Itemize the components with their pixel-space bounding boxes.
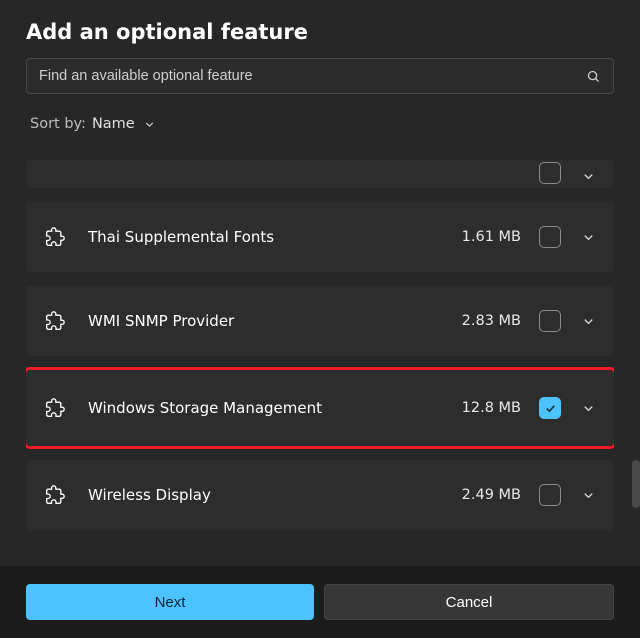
cancel-button[interactable]: Cancel: [324, 584, 614, 620]
chevron-down-icon: [143, 118, 156, 131]
extension-icon: [44, 397, 66, 419]
chevron-down-icon[interactable]: [581, 169, 596, 184]
extension-icon: [44, 484, 66, 506]
sort-by-dropdown[interactable]: Sort by: Name: [0, 94, 640, 132]
extension-icon: [44, 310, 66, 332]
feature-checkbox[interactable]: [539, 310, 561, 332]
extension-icon: [44, 162, 66, 184]
dialog-footer: Next Cancel: [0, 566, 640, 638]
feature-size: 12.8 MB: [462, 400, 521, 416]
sort-value: Name: [92, 116, 135, 132]
feature-row[interactable]: WMI SNMP Provider 2.83 MB: [26, 286, 614, 356]
chevron-down-icon[interactable]: [581, 314, 596, 329]
scrollbar-thumb[interactable]: [632, 460, 640, 508]
feature-row[interactable]: Thai Supplemental Fonts 1.61 MB: [26, 202, 614, 272]
feature-name: Windows Storage Management: [88, 399, 462, 417]
chevron-down-icon[interactable]: [581, 230, 596, 245]
feature-list: Thai Supplemental Fonts 1.61 MB WMI SNMP…: [26, 160, 614, 546]
feature-size: 2.83 MB: [462, 313, 521, 329]
feature-checkbox[interactable]: [539, 484, 561, 506]
feature-checkbox[interactable]: [539, 397, 561, 419]
feature-name: Wireless Display: [88, 486, 462, 504]
feature-checkbox[interactable]: [539, 162, 561, 184]
feature-checkbox[interactable]: [539, 226, 561, 248]
feature-row-partial[interactable]: [26, 160, 614, 188]
search-input[interactable]: [39, 68, 586, 84]
search-box[interactable]: [26, 58, 614, 94]
dialog-title: Add an optional feature: [0, 0, 640, 50]
chevron-down-icon[interactable]: [581, 488, 596, 503]
chevron-down-icon[interactable]: [581, 401, 596, 416]
feature-row[interactable]: Wireless Display 2.49 MB: [26, 460, 614, 530]
feature-size: 2.49 MB: [462, 487, 521, 503]
feature-name: WMI SNMP Provider: [88, 312, 462, 330]
extension-icon: [44, 226, 66, 248]
feature-row[interactable]: Windows Storage Management 12.8 MB: [26, 370, 614, 446]
feature-name: Thai Supplemental Fonts: [88, 228, 462, 246]
next-button[interactable]: Next: [26, 584, 314, 620]
search-icon: [586, 69, 601, 84]
sort-label: Sort by:: [30, 116, 86, 132]
feature-size: 1.61 MB: [462, 229, 521, 245]
